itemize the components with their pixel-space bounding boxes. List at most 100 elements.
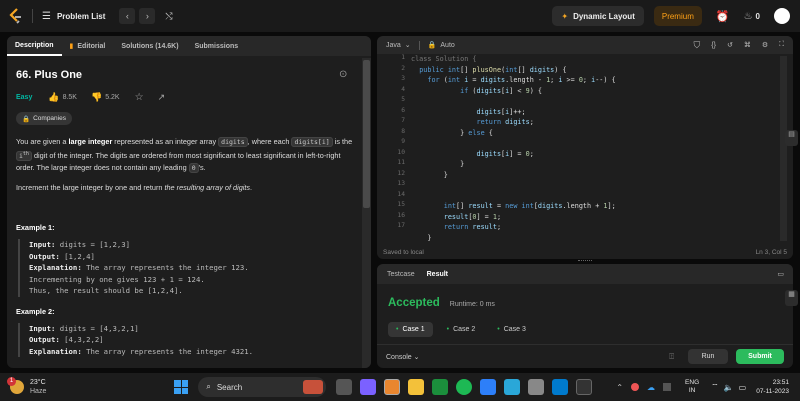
browser-icon[interactable] [384,379,401,395]
clock[interactable]: 23:51 07-11-2023 [756,378,789,396]
streak-count: 0 [755,11,760,21]
shuffle-icon[interactable]: ⤭ [165,11,172,22]
lock-icon: 🔒 [427,42,437,49]
tray-app-icon[interactable] [631,383,640,391]
case-label: Case 3 [503,326,526,333]
line-number: 10 [397,148,405,156]
thumbs-up-icon[interactable]: 👍 [48,92,59,103]
case-1-button[interactable]: • Case 1 [388,322,433,337]
tab-testcase[interactable]: Testcase [377,264,425,284]
line-number: 8 [401,127,405,135]
code-text[interactable]: class Solution { public int[] plusOne(in… [411,54,616,243]
problem-title: 66. Plus One [16,69,83,81]
tab-submissions[interactable]: Submissions [187,36,247,56]
submit-button[interactable]: Submit [736,349,784,364]
temperature: 23°C [30,379,46,386]
editor-toolbar: Java ⌄ 🔒 Auto ⛉ {} ↺ ⌘ ⚙ ⛶ [377,36,793,54]
auto-mode-label[interactable]: Auto [440,42,454,49]
scrollbar-thumb[interactable] [363,60,370,208]
problem-list-icon[interactable]: ☰ [42,11,51,22]
task-view-icon[interactable] [336,379,353,395]
runtime-label: Runtime: 0 ms [449,301,495,308]
description-scrollbar[interactable] [362,58,371,368]
expand-icon[interactable]: ⛶ [779,41,784,49]
settings-icon[interactable]: ⚙ [762,41,768,49]
leetcode-logo-icon[interactable] [9,8,23,24]
settings-app-icon[interactable] [528,379,545,395]
more-options-icon[interactable]: ⊙ [339,69,347,80]
time: 23:51 [772,379,789,386]
tab-solutions[interactable]: Solutions (14.6K) [113,36,186,56]
search-highlight-icon [303,380,324,394]
dislikes-count: 5.2K [105,94,120,101]
console-button[interactable]: Console ⌄ [386,353,420,361]
problem-list-link[interactable]: Problem List [57,12,105,21]
avatar[interactable] [774,8,790,24]
fire-icon[interactable]: ♨ [744,11,753,22]
cursor-position: Ln 3, Col 5 [755,249,787,256]
tab-editorial[interactable]: ▮ Editorial [62,36,114,56]
vscode-icon[interactable] [552,379,569,395]
tab-description[interactable]: Description [7,36,62,56]
tab-result[interactable]: Result [425,264,458,284]
share-icon[interactable]: ↗ [158,92,166,103]
store-icon[interactable] [432,379,449,395]
next-problem-button[interactable]: › [139,8,156,24]
star-icon[interactable]: ☆ [135,92,144,103]
layout-icon: ✦ [561,11,569,21]
tab-label: Description [15,41,54,49]
battery-icon[interactable]: ▭ [739,383,747,392]
reset-icon[interactable]: ↺ [727,41,733,49]
file-explorer-icon[interactable] [408,379,425,395]
check-dot-icon: • [497,326,500,333]
dynamic-layout-button[interactable]: ✦ Dynamic Layout [552,6,644,26]
case-2-button[interactable]: • Case 2 [439,322,484,337]
side-tab[interactable]: ▦ [785,290,798,306]
alarm-clock-icon[interactable]: ⏰ [716,10,730,23]
line-number: 1 [401,54,405,61]
weather-widget[interactable]: 1 23°C Haze [7,377,46,396]
submit-label: Submit [748,353,772,360]
wifi-icon[interactable]: ⌔ [711,382,719,392]
line-number: 13 [397,180,405,187]
case-3-button[interactable]: • Case 3 [489,322,534,337]
run-button[interactable]: Run [688,349,728,364]
thumbs-down-icon[interactable]: 👎 [91,92,102,103]
prev-problem-button[interactable]: ‹ [119,8,136,24]
upload-icon[interactable]: ⍐ [669,352,674,362]
editor-scrollbar[interactable] [780,56,787,241]
chevron-up-icon[interactable]: ⌃ [616,383,623,392]
verdict-row: Accepted Runtime: 0 ms [388,297,495,309]
expand-panel-icon[interactable]: ▭ [777,270,784,278]
check-dot-icon: • [396,326,399,333]
tab-label: Solutions (14.6K) [121,42,179,50]
photos-icon[interactable] [504,379,521,395]
chat-app-icon[interactable] [360,379,377,395]
side-notes-tab[interactable]: ▤ [785,130,798,146]
onedrive-icon[interactable]: ☁ [647,383,655,392]
terminal-icon[interactable] [576,379,593,395]
language-indicator[interactable]: ENG IN [685,379,699,395]
description-paragraph: You are given a large integer represente… [16,137,353,174]
result-panel: Testcase Result ▭ Accepted Runtime: 0 ms… [377,264,793,368]
line-number: 11 [397,159,405,166]
tab-label: Submissions [194,42,239,50]
divider [32,9,33,23]
likes-count: 8.5K [62,94,77,101]
premium-button[interactable]: Premium [653,6,702,26]
companies-tag[interactable]: 🔒 Companies [16,112,72,125]
search-box[interactable]: ⌕ Search [198,377,327,397]
app-icon[interactable] [480,379,497,395]
language-select[interactable]: Java ⌄ [386,41,411,50]
vpn-icon[interactable] [663,383,672,391]
command-icon[interactable]: ⌘ [744,41,751,49]
panel-resize-handle[interactable] [578,260,592,263]
bookmark-icon[interactable]: ⛉ [693,40,700,51]
speaker-icon[interactable]: 🔈 [724,383,734,392]
start-button[interactable] [174,380,189,394]
line-number: 3 [401,75,405,82]
top-bar: ☰ Problem List ‹ › ⤭ ✦ Dynamic Layout Pre… [0,0,800,32]
spotify-icon[interactable] [456,379,473,395]
premium-label: Premium [661,11,694,21]
braces-icon[interactable]: {} [711,42,716,49]
